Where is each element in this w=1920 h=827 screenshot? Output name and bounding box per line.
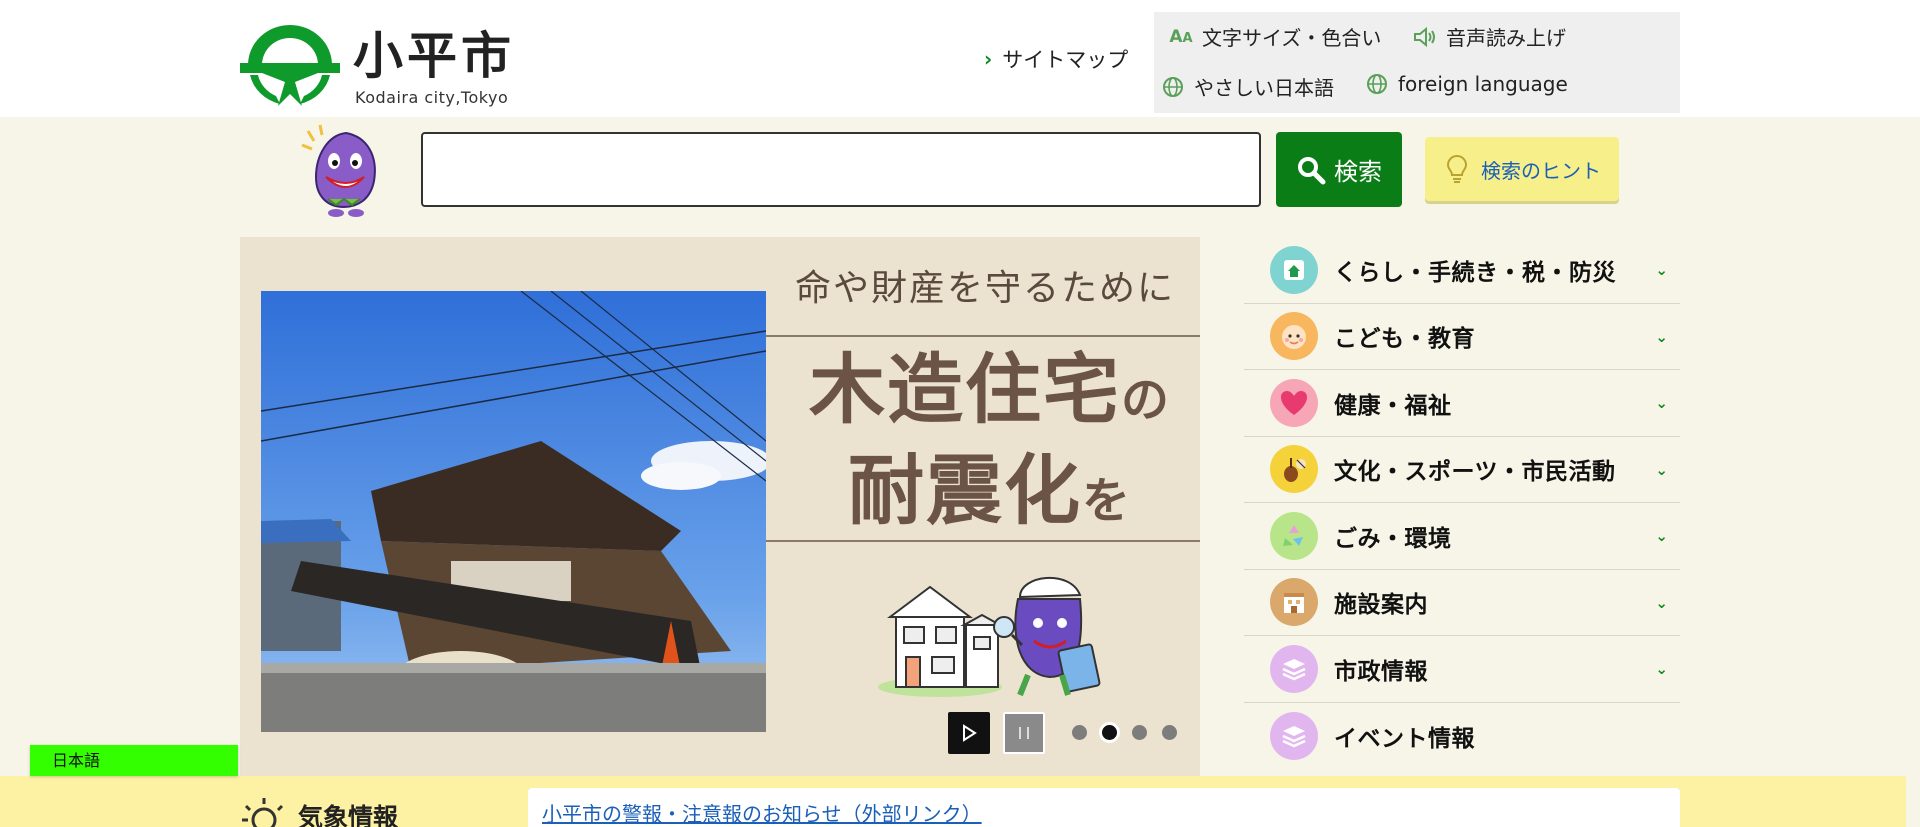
menu-item-waste-environment[interactable]: ごみ・環境 ⌄ <box>1244 503 1680 570</box>
site-logo[interactable]: 小平市 Kodaira city,Tokyo <box>240 22 530 110</box>
text-size-color-label: 文字サイズ・色合い <box>1202 26 1382 50</box>
banner-headline-b-suffix: を <box>1081 473 1132 529</box>
menu-item-label: こども・教育 <box>1334 326 1475 353</box>
easy-japanese-label: やさしい日本語 <box>1194 76 1334 100</box>
search-button-label: 検索 <box>1334 158 1382 186</box>
mascot-icon <box>301 124 376 217</box>
divider <box>766 540 1200 542</box>
chevron-down-icon: ⌄ <box>1655 261 1668 279</box>
site-header: 小平市 Kodaira city,Tokyo › サイトマップ AA 文字サイズ… <box>0 0 1920 117</box>
menu-item-label: イベント情報 <box>1334 725 1475 752</box>
chevron-down-icon: ⌄ <box>1655 527 1668 545</box>
heart-icon <box>1270 378 1318 427</box>
search-icon <box>1298 156 1326 184</box>
divider <box>766 335 1200 337</box>
chevron-down-icon: ⌄ <box>1655 327 1668 346</box>
foreign-language-link[interactable]: foreign language <box>1364 72 1568 96</box>
menu-item-city-government[interactable]: 市政情報 ⌄ <box>1244 636 1680 703</box>
lightbulb-icon <box>1446 154 1468 183</box>
foreign-language-label: foreign language <box>1398 72 1568 96</box>
city-emblem-icon <box>240 25 340 106</box>
menu-item-living[interactable]: くらし・手続き・税・防災 ⌄ <box>1244 237 1680 304</box>
menu-item-facilities[interactable]: 施設案内 ⌄ <box>1244 570 1680 636</box>
slideshow-pause-button[interactable] <box>1003 712 1045 754</box>
banner-headline: 木造住宅の 耐震化を <box>785 345 1195 547</box>
chevron-down-icon: ⌄ <box>1655 460 1668 479</box>
layers-icon <box>1270 711 1318 760</box>
slide-dot-4[interactable] <box>1162 725 1177 740</box>
menu-item-health-welfare[interactable]: 健康・福祉 ⌄ <box>1244 370 1680 437</box>
sitemap-link[interactable]: › サイトマップ <box>984 44 1128 74</box>
banner-headline-a: 木造住宅 <box>808 345 1121 434</box>
weather-title-label: 気象情報 <box>298 803 399 827</box>
language-selector[interactable]: 日本語 <box>30 745 238 776</box>
category-menu: くらし・手続き・税・防災 ⌄ こども・教育 ⌄ 健康・福祉 ⌄ 文化・スポーツ・… <box>1244 237 1680 769</box>
menu-item-label: 施設案内 <box>1334 592 1428 619</box>
building-icon <box>1270 578 1318 627</box>
banner-headline-a-suffix: の <box>1120 372 1171 428</box>
menu-item-culture-sports[interactable]: 文化・スポーツ・市民活動 ⌄ <box>1244 437 1680 503</box>
slide-dot-3[interactable] <box>1132 725 1147 740</box>
pause-icon <box>1019 727 1029 739</box>
play-icon <box>963 724 977 742</box>
read-aloud-link[interactable]: 音声読み上げ <box>1412 22 1566 51</box>
speaker-icon <box>1414 26 1435 47</box>
search-button[interactable]: 検索 <box>1276 132 1402 207</box>
menu-item-label: 市政情報 <box>1334 658 1428 685</box>
text-size-color-link[interactable]: AA 文字サイズ・色合い <box>1168 22 1381 51</box>
search-input[interactable] <box>421 132 1261 207</box>
baby-face-icon <box>1270 312 1318 361</box>
slide-dot-1[interactable] <box>1072 725 1087 740</box>
city-name-english: Kodaira city,Tokyo <box>355 88 509 107</box>
recycle-icon <box>1270 511 1318 560</box>
chevron-down-icon: ⌄ <box>1655 394 1668 412</box>
search-hint-button[interactable]: 検索のヒント <box>1425 137 1619 201</box>
font-size-icon: AA <box>1169 26 1193 47</box>
weather-notice-box: 小平市の警報・注意報のお知らせ（外部リンク） <box>528 788 1680 827</box>
search-hint-label: 検索のヒント <box>1481 158 1601 183</box>
weather-section: 気象情報 小平市の警報・注意報のお知らせ（外部リンク） <box>0 776 1906 827</box>
weather-title: 気象情報 <box>240 796 398 827</box>
menu-item-children-education[interactable]: こども・教育 ⌄ <box>1244 304 1680 370</box>
violin-icon <box>1270 445 1318 494</box>
layers-icon <box>1270 644 1318 693</box>
banner-slideshow[interactable]: 命や財産を守るために 木造住宅の 耐震化を <box>240 237 1200 777</box>
menu-item-label: 文化・スポーツ・市民活動 <box>1334 459 1616 486</box>
slide-indicators <box>1072 725 1177 740</box>
globe-icon <box>1163 76 1183 97</box>
sitemap-label: サイトマップ <box>1002 48 1129 72</box>
banner-headline-b: 耐震化 <box>847 446 1082 535</box>
menu-item-label: 健康・福祉 <box>1334 392 1452 419</box>
house-inspection-illustration <box>878 576 1101 697</box>
chevron-right-icon: › <box>984 47 993 71</box>
slideshow-play-button[interactable] <box>948 712 990 754</box>
menu-item-label: くらし・手続き・税・防災 <box>1334 259 1616 286</box>
read-aloud-label: 音声読み上げ <box>1446 26 1566 50</box>
house-icon <box>1270 245 1318 294</box>
sun-cloud-icon <box>242 798 284 827</box>
accessibility-toolbar: AA 文字サイズ・色合い 音声読み上げ やさしい日本語 foreign lang… <box>1154 12 1680 113</box>
weather-alert-link[interactable]: 小平市の警報・注意報のお知らせ（外部リンク） <box>542 802 982 826</box>
slide-dot-2[interactable] <box>1102 725 1117 740</box>
city-name: 小平市 <box>353 27 515 85</box>
banner-lead-text: 命や財産を守るために <box>794 268 1175 309</box>
menu-item-label: ごみ・環境 <box>1334 525 1452 552</box>
collapsed-house-photo <box>261 291 766 732</box>
chevron-down-icon: ⌄ <box>1655 660 1668 678</box>
chevron-down-icon: ⌄ <box>1655 593 1668 612</box>
menu-item-events[interactable]: イベント情報 <box>1244 703 1680 770</box>
globe-icon <box>1367 74 1387 94</box>
easy-japanese-link[interactable]: やさしい日本語 <box>1160 72 1334 101</box>
